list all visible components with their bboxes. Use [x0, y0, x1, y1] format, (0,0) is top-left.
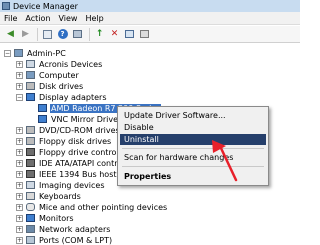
help-icon[interactable]: ? [56, 28, 69, 41]
disk-icon [26, 126, 35, 134]
tree-item-monitors[interactable]: + Monitors [16, 213, 75, 223]
tree-item-vnc-mirror[interactable]: VNC Mirror Driver [38, 114, 122, 124]
tree-item-label: Floppy disk drives [39, 136, 112, 146]
tree-item-dvd[interactable]: + DVD/CD-ROM drives [16, 125, 121, 135]
window-title: Device Manager [13, 1, 78, 11]
tree-item-imaging[interactable]: + Imaging devices [16, 180, 106, 190]
expand-icon[interactable]: + [16, 126, 23, 134]
tree-item-label: Acronis Devices [39, 59, 103, 69]
device-icon [26, 60, 35, 68]
expand-icon[interactable]: + [16, 71, 23, 79]
tree-item-label: Mice and other pointing devices [39, 202, 168, 212]
expand-icon[interactable]: + [16, 203, 23, 211]
tree-item-computer[interactable]: + Computer [16, 70, 80, 80]
expand-icon[interactable]: + [16, 159, 23, 167]
scan-hardware-icon[interactable] [123, 28, 136, 41]
keyboard-icon [26, 192, 35, 200]
disk-icon [26, 137, 35, 145]
expand-icon[interactable]: + [16, 137, 23, 145]
toolbar: ◀ ▶ ? ↑ ✕ [0, 26, 300, 43]
update-driver-icon[interactable]: ↑ [93, 28, 106, 41]
menu-bar: File Action View Help [0, 12, 300, 25]
expand-icon[interactable]: + [16, 214, 23, 222]
expand-icon[interactable]: + [16, 225, 23, 233]
network-icon [26, 225, 35, 233]
chip-icon [26, 148, 35, 156]
expand-icon[interactable]: + [16, 236, 23, 244]
disk-icon [26, 82, 35, 90]
tree-item-label: Monitors [39, 213, 74, 223]
menu-action[interactable]: Action [21, 12, 54, 25]
device-manager-icon [2, 2, 10, 10]
collapse-icon[interactable]: − [4, 49, 11, 57]
tree-root-label: Admin-PC [27, 48, 66, 58]
action-icon[interactable] [71, 28, 84, 41]
properties-icon[interactable] [41, 28, 54, 41]
back-arrow-icon[interactable]: ◀ [4, 28, 17, 41]
menu-item-disable[interactable]: Disable [120, 122, 266, 133]
monitor-icon [26, 214, 35, 222]
menu-item-uninstall[interactable]: Uninstall [120, 134, 266, 145]
chip-icon [26, 159, 35, 167]
menu-item-properties[interactable]: Properties [120, 171, 266, 182]
tree-item-network[interactable]: + Network adapters [16, 224, 111, 234]
camera-icon [26, 181, 35, 189]
expand-icon[interactable]: + [16, 82, 23, 90]
menu-view[interactable]: View [54, 12, 81, 25]
tree-item-label: Keyboards [39, 191, 81, 201]
tree-item-label: Computer [39, 70, 79, 80]
toolbar-separator [89, 27, 90, 41]
menu-item-scan-hardware[interactable]: Scan for hardware changes [120, 152, 266, 163]
expand-icon[interactable]: + [16, 181, 23, 189]
expand-icon[interactable]: + [16, 170, 23, 178]
display-adapter-icon [38, 104, 47, 112]
tree-item-label: Imaging devices [39, 180, 105, 190]
disable-icon[interactable] [138, 28, 151, 41]
menu-separator [122, 148, 264, 149]
mouse-icon [26, 203, 35, 211]
tree-item-display-adapters[interactable]: − Display adapters [16, 92, 108, 102]
chip-icon [26, 170, 35, 178]
tree-item-label: DVD/CD-ROM drives [39, 125, 120, 135]
tree-item-label: Ports (COM & LPT) [39, 235, 113, 245]
tree-item-floppy-drives[interactable]: + Floppy disk drives [16, 136, 112, 146]
tree-item-mice[interactable]: + Mice and other pointing devices [16, 202, 168, 212]
monitor-icon [26, 93, 35, 101]
port-icon [26, 236, 35, 244]
tree-item-disk-drives[interactable]: + Disk drives [16, 81, 84, 91]
tree-item-label: VNC Mirror Driver [51, 114, 122, 124]
forward-arrow-icon[interactable]: ▶ [19, 28, 32, 41]
menu-file[interactable]: File [0, 12, 21, 25]
tree-item-label: Disk drives [39, 81, 84, 91]
tree-item-label: Display adapters [39, 92, 107, 102]
computer-icon [14, 49, 23, 57]
menu-item-update-driver[interactable]: Update Driver Software... [120, 110, 266, 121]
title-bar: Device Manager [0, 0, 300, 12]
tree-item-keyboards[interactable]: + Keyboards [16, 191, 82, 201]
tree-item-ports[interactable]: + Ports (COM & LPT) [16, 235, 113, 245]
menu-help[interactable]: Help [81, 12, 107, 25]
tree-item-acronis[interactable]: + Acronis Devices [16, 59, 103, 69]
context-menu: Update Driver Software... Disable Uninst… [117, 106, 269, 186]
uninstall-icon[interactable]: ✕ [108, 28, 121, 41]
menu-separator [122, 166, 264, 167]
expand-icon[interactable]: + [16, 192, 23, 200]
expand-icon[interactable]: + [16, 148, 23, 156]
display-adapter-icon [38, 115, 47, 123]
tree-item-label: Network adapters [39, 224, 111, 234]
collapse-icon[interactable]: − [16, 93, 23, 101]
computer-icon [26, 71, 35, 79]
tree-root[interactable]: − Admin-PC [4, 48, 67, 58]
expand-icon[interactable]: + [16, 60, 23, 68]
toolbar-separator [37, 27, 38, 41]
